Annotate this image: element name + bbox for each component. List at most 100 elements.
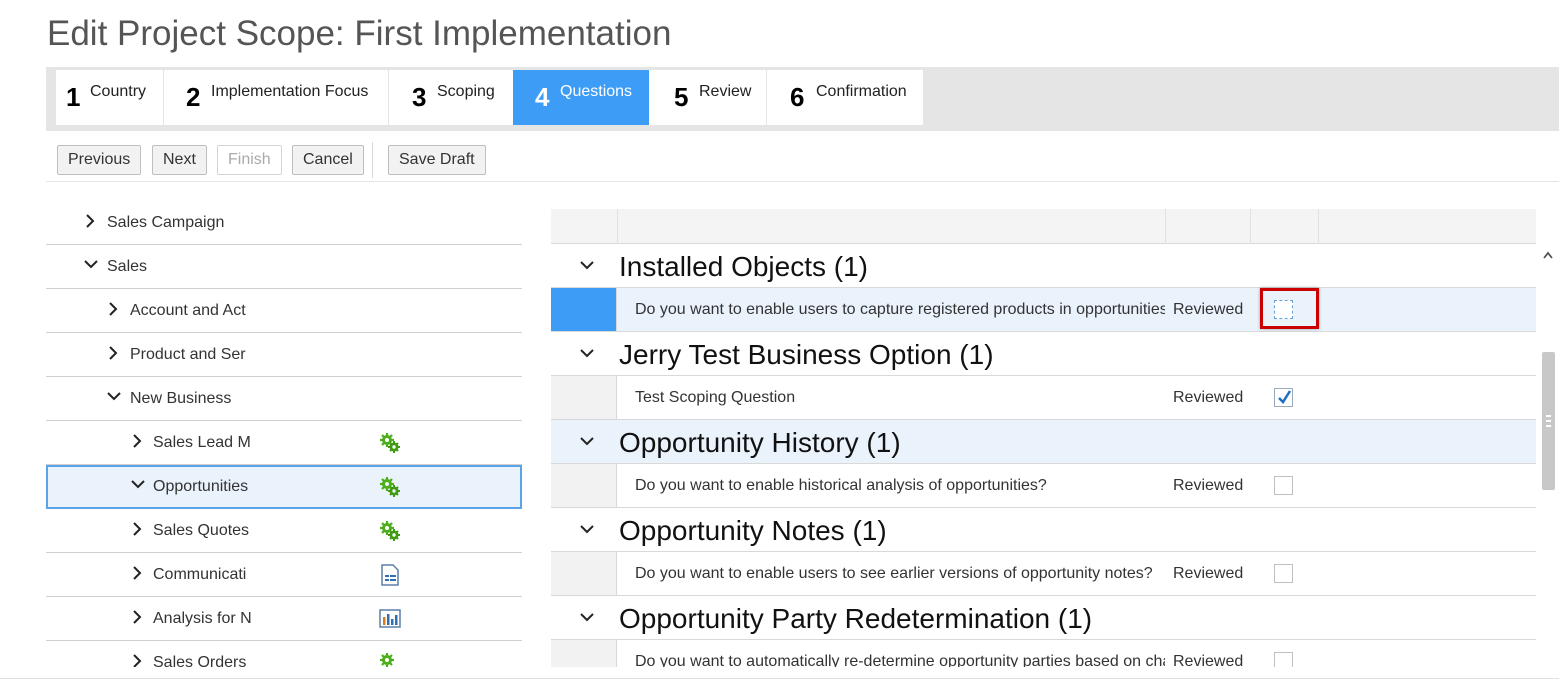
gears-icon	[378, 651, 402, 667]
reviewed-checkbox[interactable]	[1274, 476, 1293, 495]
chevron-down-icon[interactable]	[578, 610, 596, 628]
row-selector[interactable]	[551, 376, 617, 419]
question-text: Test Scoping Question	[635, 389, 796, 406]
tree-item-label: Sales Lead M	[153, 434, 251, 451]
tree-item-label: Sales Campaign	[107, 214, 225, 231]
chevron-down-icon[interactable]	[578, 522, 596, 540]
wizard-step-scoping[interactable]: 3 Scoping	[389, 70, 513, 125]
question-row[interactable]: Do you want to automatically re-determin…	[551, 640, 1536, 667]
document-list-icon	[378, 563, 402, 587]
step-label: Implementation Focus	[211, 83, 369, 100]
tree-item-label: Communicati	[153, 566, 247, 583]
step-label: Questions	[560, 83, 633, 100]
group-opportunity-history[interactable]: Opportunity History (1)	[551, 420, 1536, 464]
step-label: Country	[90, 83, 147, 100]
tree-item-label: Analysis for N	[153, 610, 251, 627]
reviewed-checkbox[interactable]	[1274, 652, 1293, 667]
annotation-highlight-box	[1260, 288, 1319, 329]
tree-item-product-and-service[interactable]: Product and Ser	[46, 333, 522, 377]
question-row[interactable]: Do you want to enable users to capture r…	[551, 288, 1536, 332]
grid-header	[551, 209, 1536, 244]
wizard-step-review[interactable]: 5 Review	[649, 70, 777, 125]
group-installed-objects[interactable]: Installed Objects (1)	[551, 244, 1536, 288]
tree-item-label: New Business	[130, 390, 232, 407]
status-label: Reviewed	[1173, 653, 1244, 667]
wizard-step-confirmation[interactable]: 6 Confirmation	[767, 70, 923, 125]
reviewed-checkbox[interactable]	[1274, 564, 1293, 583]
status-label: Reviewed	[1173, 565, 1244, 582]
tree-item-sales-orders[interactable]: Sales Orders	[46, 641, 522, 667]
wizard-step-questions[interactable]: 4 Questions	[513, 70, 661, 125]
wizard-step-implementation-focus[interactable]: 2 Implementation Focus	[164, 70, 399, 125]
chevron-right-icon[interactable]	[131, 608, 143, 626]
group-title: Opportunity Party Redetermination (1)	[619, 603, 1093, 634]
gears-icon	[378, 475, 402, 499]
row-selector[interactable]	[551, 288, 617, 331]
tree-item-label: Sales Quotes	[153, 522, 250, 539]
chevron-right-icon[interactable]	[84, 212, 96, 230]
tree-item-opportunities[interactable]: Opportunities	[46, 465, 522, 509]
tree-item-label: Sales Orders	[153, 654, 247, 667]
scoping-tree: Sales Campaign Sales Account and Act Pro…	[46, 201, 522, 667]
chevron-down-icon[interactable]	[105, 390, 123, 402]
tree-item-sales[interactable]: Sales	[46, 245, 522, 289]
tree-item-communication[interactable]: Communicati	[46, 553, 522, 597]
chevron-right-icon[interactable]	[131, 564, 143, 582]
step-number: 5	[674, 82, 689, 112]
tree-item-sales-lead-management[interactable]: Sales Lead M	[46, 421, 522, 465]
header-cell	[551, 209, 618, 244]
gears-icon	[378, 519, 402, 543]
tree-item-sales-quotes[interactable]: Sales Quotes	[46, 509, 522, 553]
group-opportunity-party-redetermination[interactable]: Opportunity Party Redetermination (1)	[551, 596, 1536, 640]
header-cell	[1166, 209, 1251, 244]
status-label: Reviewed	[1173, 301, 1244, 318]
finish-button[interactable]: Finish	[217, 145, 282, 175]
chevron-down-icon[interactable]	[578, 346, 596, 364]
previous-button[interactable]: Previous	[57, 145, 142, 175]
save-draft-button[interactable]: Save Draft	[388, 145, 486, 175]
tree-item-sales-campaign[interactable]: Sales Campaign	[46, 201, 522, 245]
next-button[interactable]: Next	[152, 145, 207, 175]
step-number: 6	[790, 82, 805, 112]
report-chart-icon	[378, 607, 402, 631]
row-selector[interactable]	[551, 464, 617, 507]
group-jerry-test-business-option[interactable]: Jerry Test Business Option (1)	[551, 332, 1536, 376]
footer-divider	[0, 678, 1559, 679]
chevron-down-icon[interactable]	[578, 434, 596, 452]
chevron-down-icon[interactable]	[578, 258, 596, 276]
header-cell	[618, 209, 1166, 244]
question-row[interactable]: Do you want to enable users to see earli…	[551, 552, 1536, 596]
status-label: Reviewed	[1173, 389, 1244, 406]
wizard-step-country[interactable]: 1 Country	[56, 70, 174, 125]
chevron-right-icon[interactable]	[107, 300, 119, 318]
wizard-steps: 1 Country 2 Implementation Focus 3 Scopi…	[46, 67, 1559, 131]
question-text: Do you want to enable users to capture r…	[635, 301, 1165, 318]
question-text: Do you want to enable historical analysi…	[635, 477, 1047, 494]
tree-item-analysis[interactable]: Analysis for N	[46, 597, 522, 641]
question-row[interactable]: Test Scoping Question Reviewed	[551, 376, 1536, 420]
row-selector[interactable]	[551, 640, 617, 667]
reviewed-checkbox[interactable]	[1274, 388, 1293, 407]
step-label: Confirmation	[816, 83, 907, 100]
chevron-right-icon[interactable]	[131, 520, 143, 538]
chevron-right-icon[interactable]	[107, 344, 119, 362]
scroll-up-icon[interactable]	[1542, 248, 1554, 262]
chevron-down-icon[interactable]	[129, 478, 147, 490]
group-title: Installed Objects (1)	[619, 251, 868, 282]
chevron-right-icon[interactable]	[131, 652, 143, 667]
tree-item-label: Product and Ser	[130, 346, 246, 363]
group-opportunity-notes[interactable]: Opportunity Notes (1)	[551, 508, 1536, 552]
step-label: Review	[699, 83, 752, 100]
chevron-down-icon[interactable]	[82, 258, 100, 270]
row-selector[interactable]	[551, 552, 617, 595]
status-label: Reviewed	[1173, 477, 1244, 494]
cancel-button[interactable]: Cancel	[292, 145, 364, 175]
step-number: 2	[186, 82, 201, 112]
question-row[interactable]: Do you want to enable historical analysi…	[551, 464, 1536, 508]
tree-item-label: Account and Act	[130, 302, 246, 319]
tree-item-new-business[interactable]: New Business	[46, 377, 522, 421]
step-number: 4	[535, 82, 550, 112]
chevron-right-icon[interactable]	[131, 432, 143, 450]
tree-item-account-and-activity[interactable]: Account and Act	[46, 289, 522, 333]
header-cell	[1251, 209, 1319, 244]
